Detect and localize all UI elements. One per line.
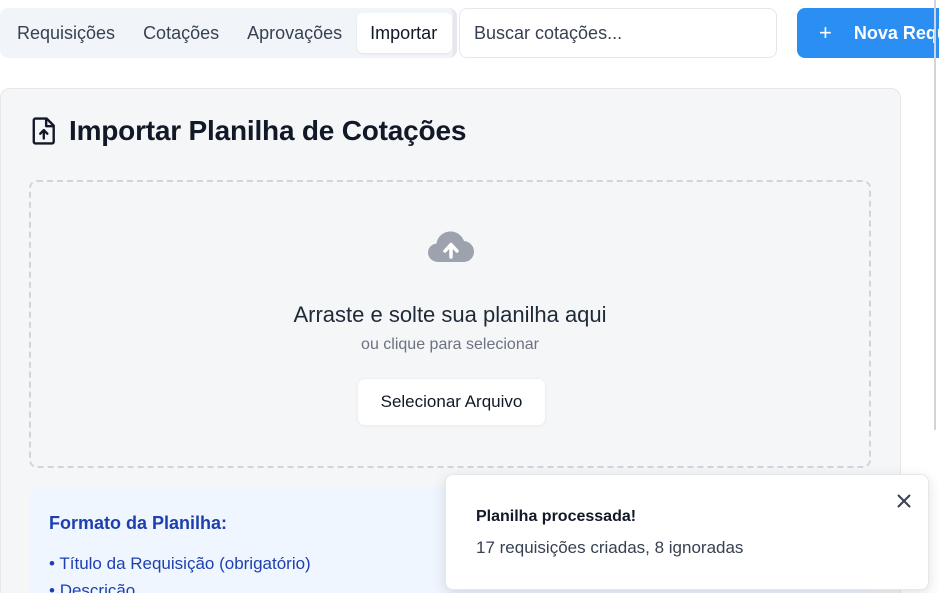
cloud-upload-icon xyxy=(428,231,474,262)
close-icon[interactable] xyxy=(894,491,914,511)
search-input[interactable] xyxy=(474,22,776,44)
list-item: Título da Requisição (obrigatório) xyxy=(49,550,310,577)
toast-title: Planilha processada! xyxy=(476,508,637,525)
plus-icon: + xyxy=(819,20,832,45)
list-item: Descrição xyxy=(49,577,311,593)
page-title: Importar Planilha de Cotações xyxy=(69,115,467,146)
tab-importar[interactable]: Importar xyxy=(357,13,453,53)
select-file-button[interactable]: Selecionar Arquivo xyxy=(357,378,546,426)
tab-list: Requisições Cotações Aprovações Importar xyxy=(0,8,457,58)
toast-description: 17 requisições criadas, 8 ignoradas xyxy=(476,538,744,557)
format-title: Formato da Planilha: xyxy=(49,513,228,533)
tab-aprovacoes[interactable]: Aprovações xyxy=(234,13,357,53)
new-requisition-label: Nova Requ xyxy=(853,22,939,43)
format-list: Título da Requisição (obrigatório) Descr… xyxy=(49,550,311,593)
dropzone-subtitle: ou clique para selecionar xyxy=(361,336,539,353)
scrollbar[interactable] xyxy=(934,0,936,430)
tab-cotacoes[interactable]: Cotações xyxy=(130,13,234,53)
dropzone-title: Arraste e solte sua planilha aqui xyxy=(293,302,607,327)
file-upload-icon xyxy=(32,117,55,145)
new-requisition-button[interactable]: + Nova Requ xyxy=(797,8,939,58)
card-header: Importar Planilha de Cotações xyxy=(31,115,466,147)
file-dropzone[interactable]: Arraste e solte sua planilha aqui ou cli… xyxy=(29,180,871,468)
toast-notification: Planilha processada! 17 requisições cria… xyxy=(445,474,929,590)
search-field[interactable] xyxy=(459,8,777,58)
tab-requisicoes[interactable]: Requisições xyxy=(4,13,130,53)
